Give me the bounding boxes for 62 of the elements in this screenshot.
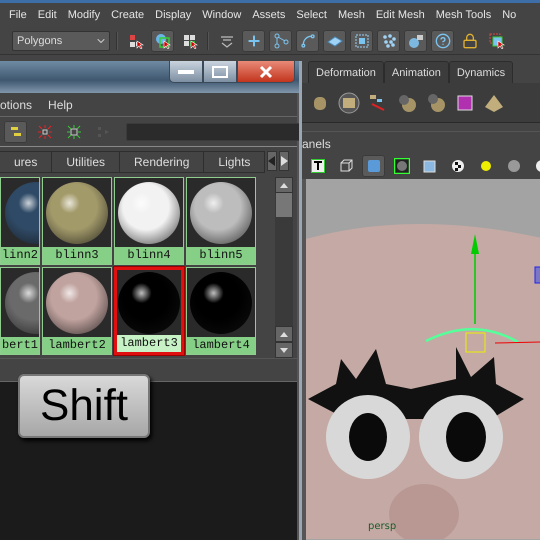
scrollbar[interactable] bbox=[275, 177, 293, 358]
plane-icon[interactable] bbox=[323, 30, 346, 52]
tab[interactable]: Utilities bbox=[52, 151, 120, 173]
help-icon[interactable] bbox=[431, 30, 454, 52]
menu-item[interactable]: Edit bbox=[38, 9, 57, 21]
scroll-thumb[interactable] bbox=[276, 193, 292, 217]
material-swatch[interactable]: blinn3 bbox=[42, 177, 112, 265]
plus-icon[interactable] bbox=[242, 30, 265, 52]
manipulator-handle-icon bbox=[534, 266, 540, 284]
vertex-icon[interactable] bbox=[269, 30, 292, 52]
menu-item[interactable]: otions bbox=[0, 98, 32, 112]
plane-tiles-icon[interactable] bbox=[337, 92, 360, 114]
material-swatch[interactable]: lambert3 bbox=[114, 267, 184, 355]
close-button[interactable] bbox=[237, 61, 295, 83]
material-swatch[interactable]: blinn5 bbox=[186, 177, 256, 265]
material-swatch[interactable]: bert1 bbox=[0, 267, 40, 355]
search-field[interactable] bbox=[126, 122, 299, 140]
viewport[interactable]: persp bbox=[302, 179, 540, 540]
menu-item[interactable]: Display bbox=[155, 9, 192, 21]
scroll-up-button[interactable] bbox=[275, 177, 293, 193]
scroll-up-button[interactable] bbox=[275, 326, 293, 342]
menu-item[interactable]: Create bbox=[111, 9, 144, 21]
menu-item[interactable]: Window bbox=[202, 9, 242, 21]
up-arrow-icon bbox=[280, 332, 288, 336]
menu-item[interactable]: Assets bbox=[252, 9, 286, 21]
layout-icon[interactable] bbox=[4, 120, 27, 142]
close-icon bbox=[259, 64, 273, 78]
maximize-button[interactable] bbox=[203, 61, 237, 83]
menu-item[interactable]: Mesh bbox=[338, 9, 365, 21]
shelf-tab[interactable]: Deformation bbox=[308, 61, 384, 83]
material-swatch[interactable]: lambert2 bbox=[42, 267, 112, 355]
shaded-cube-icon[interactable] bbox=[362, 155, 385, 177]
material-swatch[interactable]: blinn4 bbox=[114, 177, 184, 265]
minimize-button[interactable] bbox=[169, 61, 203, 83]
material-swatch[interactable]: lambert4 bbox=[186, 267, 256, 355]
material-swatch[interactable]: linn2 bbox=[0, 177, 40, 265]
up-arrow-icon bbox=[280, 182, 288, 188]
minimize-icon bbox=[178, 70, 194, 74]
grid-cube-icon[interactable] bbox=[350, 30, 373, 52]
menu-item[interactable]: Mesh Tools bbox=[436, 9, 492, 21]
menu-item[interactable]: Edit Mesh bbox=[376, 9, 425, 21]
menu-item[interactable]: Select bbox=[296, 9, 327, 21]
shift-key-overlay: Shift bbox=[18, 374, 150, 438]
tab[interactable]: Lights bbox=[204, 151, 266, 173]
menu-item[interactable]: Modify bbox=[68, 9, 100, 21]
particles-icon[interactable] bbox=[377, 30, 400, 52]
maximize-icon bbox=[212, 66, 228, 78]
object-select-icon[interactable] bbox=[151, 30, 174, 52]
menu-item[interactable]: No bbox=[502, 9, 516, 21]
curve-icon[interactable] bbox=[296, 30, 319, 52]
menu-item[interactable]: Help bbox=[48, 98, 73, 112]
tab[interactable]: Rendering bbox=[120, 151, 204, 173]
down-arrow-icon bbox=[280, 348, 288, 352]
scroll-right-button[interactable] bbox=[279, 151, 290, 171]
shelf-tab[interactable]: Animation bbox=[384, 61, 449, 83]
shelf-tab[interactable]: Dynamics bbox=[448, 61, 514, 83]
scroll-down-button[interactable] bbox=[275, 342, 293, 358]
menu-item[interactable]: anels bbox=[302, 136, 331, 150]
tab[interactable]: ures bbox=[0, 151, 52, 173]
camera-label: persp bbox=[368, 521, 396, 532]
menu-item[interactable]: File bbox=[9, 9, 27, 21]
mode-dropdown[interactable]: Polygons bbox=[12, 30, 110, 50]
